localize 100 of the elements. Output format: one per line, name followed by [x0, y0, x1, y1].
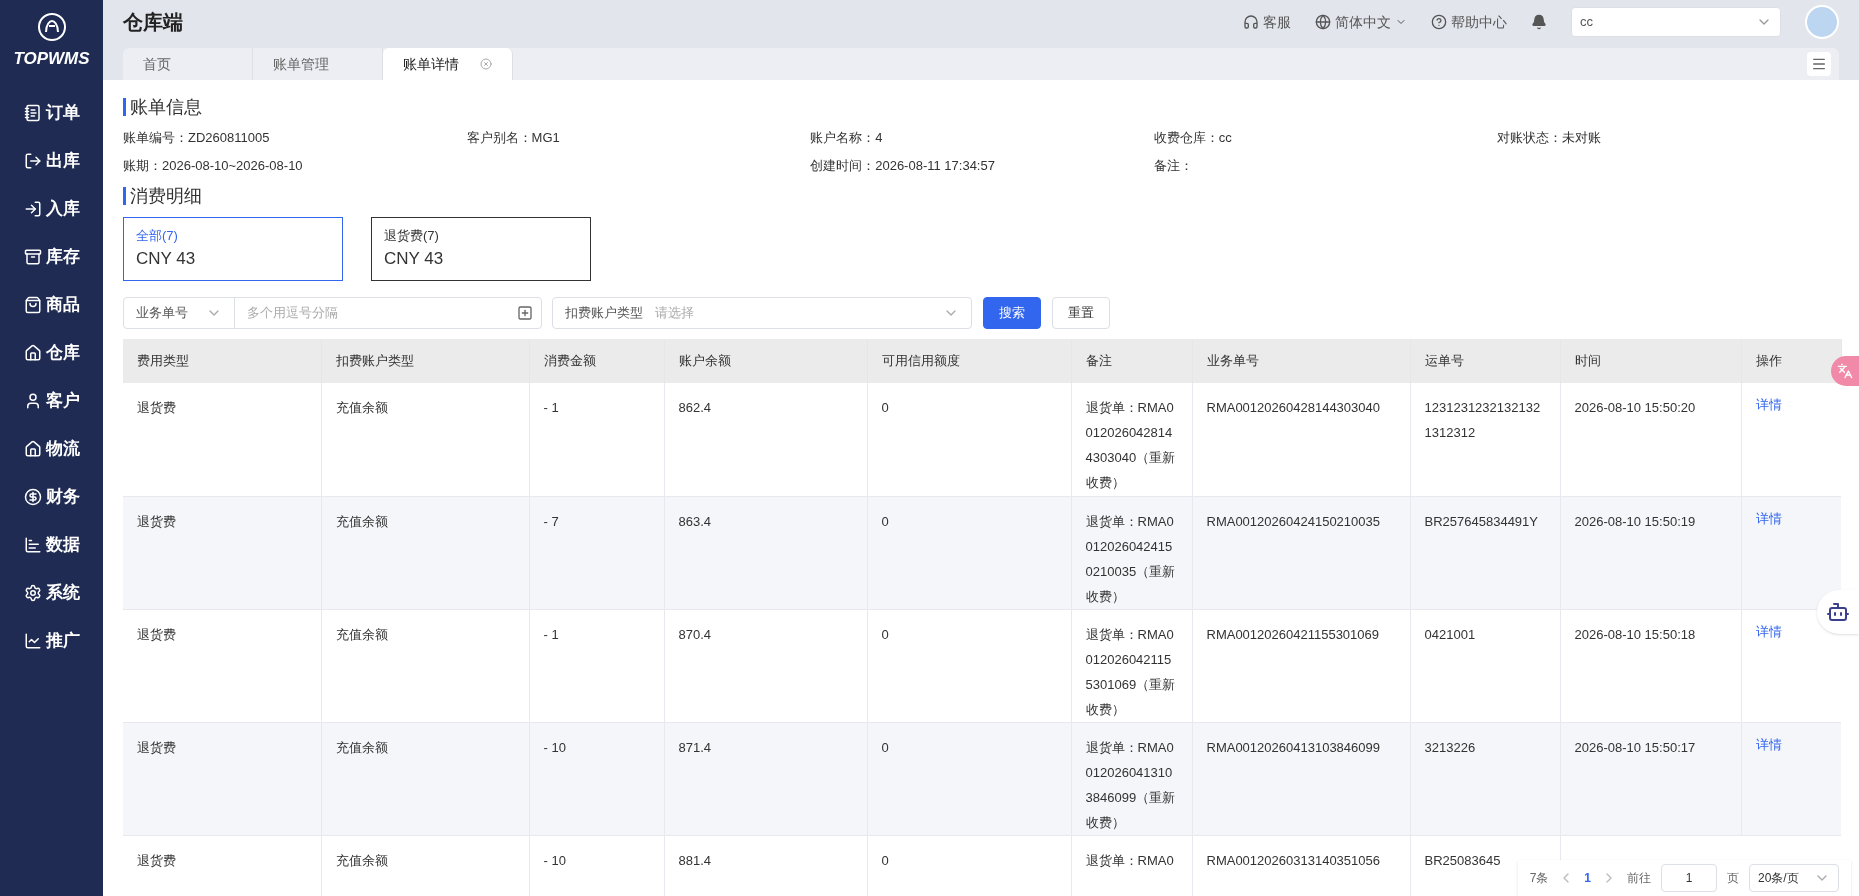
- sidebar-item[interactable]: 商品: [23, 291, 80, 318]
- table-cell: 退货单：RMA0012026042415 0210035（重新收费）: [1071, 496, 1192, 609]
- headset-icon: [1243, 14, 1259, 30]
- table-cell: 0: [867, 609, 1071, 722]
- translate-button[interactable]: [1831, 356, 1859, 386]
- table-cell: - 1: [529, 383, 664, 496]
- table-cell: 退货单：RMA0: [1071, 835, 1192, 896]
- goto-label: 前往: [1627, 870, 1651, 887]
- section-title: 消费明细: [123, 187, 1841, 205]
- logo-text: TOPWMS: [13, 48, 90, 70]
- avatar[interactable]: [1805, 5, 1839, 39]
- table-cell: - 10: [529, 835, 664, 896]
- table-cell: 0421001: [1410, 609, 1560, 722]
- table-cell: 充值余额: [321, 383, 529, 496]
- sidebar-item[interactable]: 入库: [23, 195, 80, 222]
- reset-button[interactable]: 重置: [1052, 297, 1110, 329]
- table-cell: 充值余额: [321, 722, 529, 835]
- details-link[interactable]: 详情: [1755, 397, 1782, 412]
- info-field: 收费仓库：cc: [1153, 128, 1498, 148]
- table-cell: 退货费: [123, 496, 321, 609]
- field-select[interactable]: 业务单号: [124, 298, 235, 328]
- menu-button[interactable]: [1807, 52, 1831, 76]
- table-cell: 0: [867, 383, 1071, 496]
- table-cell: 退货单：RMA0012026041310 3846099（重新收费）: [1071, 722, 1192, 835]
- sidebar-item[interactable]: 数据: [23, 531, 80, 558]
- table-cell: 12312312321321321312312: [1410, 383, 1560, 496]
- summary-card[interactable]: 退货费(7) CNY 43: [371, 217, 591, 281]
- table-cell: 退货费: [123, 722, 321, 835]
- bell-icon[interactable]: [1531, 14, 1547, 30]
- table-cell: - 7: [529, 496, 664, 609]
- account-type-select[interactable]: 扣费账户类型 请选择: [552, 297, 972, 329]
- sidebar-item[interactable]: 库存: [23, 243, 80, 270]
- table-cell: - 1: [529, 609, 664, 722]
- details-link[interactable]: 详情: [1755, 623, 1782, 639]
- table-cell: 2026-08-10 15:50:18: [1560, 609, 1741, 722]
- total-count: 7条: [1529, 870, 1549, 887]
- table-cell: RMA00120260413103846099: [1192, 722, 1410, 835]
- menu-icon: [1811, 56, 1827, 72]
- search-input[interactable]: 多个用逗号分隔: [235, 303, 517, 323]
- table-cell: 871.4: [664, 722, 867, 835]
- table-cell: RMA00120260313140351056: [1192, 835, 1410, 896]
- search-button[interactable]: 搜索: [983, 297, 1041, 329]
- sidebar-item[interactable]: 物流: [23, 435, 80, 462]
- table-cell: RMA00120260421155301069: [1192, 609, 1410, 722]
- table-cell: RMA00120260428144303040: [1192, 383, 1410, 496]
- table-cell: RMA00120260424150210035: [1192, 496, 1410, 609]
- sidebar-item[interactable]: 出库: [23, 147, 80, 174]
- header-link[interactable]: 帮助中心: [1431, 11, 1507, 33]
- info-field: 账户名称：4: [810, 128, 1154, 148]
- warehouse-select[interactable]: cc: [1571, 7, 1781, 37]
- translate-icon: [1837, 363, 1853, 379]
- table-cell: 充值余额: [321, 609, 529, 722]
- table-cell: 0: [867, 722, 1071, 835]
- table-cell: 退货费: [123, 835, 321, 896]
- logo-icon: [36, 12, 67, 42]
- house-icon: [23, 439, 42, 458]
- sidebar-item[interactable]: 财务: [23, 483, 80, 510]
- sidebar-item[interactable]: 仓库: [23, 339, 80, 366]
- table-cell: 0: [867, 835, 1071, 896]
- summary-card[interactable]: 全部(7) CNY 43: [123, 217, 343, 281]
- document-icon: [23, 103, 42, 122]
- table-cell: 退货单：RMA0012026042115 5301069（重新收费）: [1071, 609, 1192, 722]
- page-number[interactable]: 1: [1584, 869, 1591, 887]
- card-label: 全部(7): [136, 227, 179, 245]
- page-size-select[interactable]: 20条/页: [1749, 864, 1839, 892]
- info-field: 客户别名：MG1: [466, 128, 811, 148]
- settings-icon: [23, 583, 42, 602]
- search-field[interactable]: 业务单号 多个用逗号分隔: [123, 297, 542, 329]
- card-label: 退货费(7): [384, 227, 440, 245]
- header-link[interactable]: 客服: [1243, 11, 1291, 33]
- select-label: 扣费账户类型: [565, 304, 643, 323]
- tab[interactable]: 账单详情: [383, 48, 513, 80]
- details-link[interactable]: 详情: [1755, 510, 1782, 526]
- info-field: 创建时间：2026-08-11 17:34:57: [810, 155, 1154, 175]
- header-link[interactable]: 简体中文: [1315, 11, 1407, 33]
- sidebar-item[interactable]: 推广: [23, 627, 80, 654]
- page-unit: 页: [1727, 870, 1739, 887]
- page-input[interactable]: 1: [1661, 864, 1717, 892]
- table-cell: 881.4: [664, 835, 867, 896]
- details-link[interactable]: 详情: [1755, 736, 1782, 752]
- sidebar-item[interactable]: 客户: [23, 387, 80, 414]
- info-field: 账期：2026-08-10~2026-08-10: [123, 155, 467, 175]
- info-field: 账单编号：ZD260811005: [123, 128, 467, 148]
- info-field: 备注：: [1153, 155, 1498, 175]
- table-cell: 2026-08-10 15:50:20: [1560, 383, 1741, 496]
- robot-icon: [1826, 600, 1850, 624]
- close-icon[interactable]: [480, 58, 492, 70]
- table-cell: 3213226: [1410, 722, 1560, 835]
- sidebar-item[interactable]: 订单: [23, 99, 80, 126]
- help-icon: [1431, 14, 1447, 30]
- add-icon[interactable]: [517, 305, 533, 321]
- table-cell: 充值余额: [321, 496, 529, 609]
- table-cell: 退货费: [123, 383, 321, 496]
- table-cell: 0: [867, 496, 1071, 609]
- page-title: 仓库端: [123, 10, 183, 35]
- table-cell: 退货费: [123, 609, 321, 722]
- house-icon: [23, 343, 42, 362]
- info-field: 对账状态：未对账: [1497, 128, 1841, 148]
- sidebar-item[interactable]: 系统: [23, 579, 80, 606]
- bar-chart-icon: [23, 535, 42, 554]
